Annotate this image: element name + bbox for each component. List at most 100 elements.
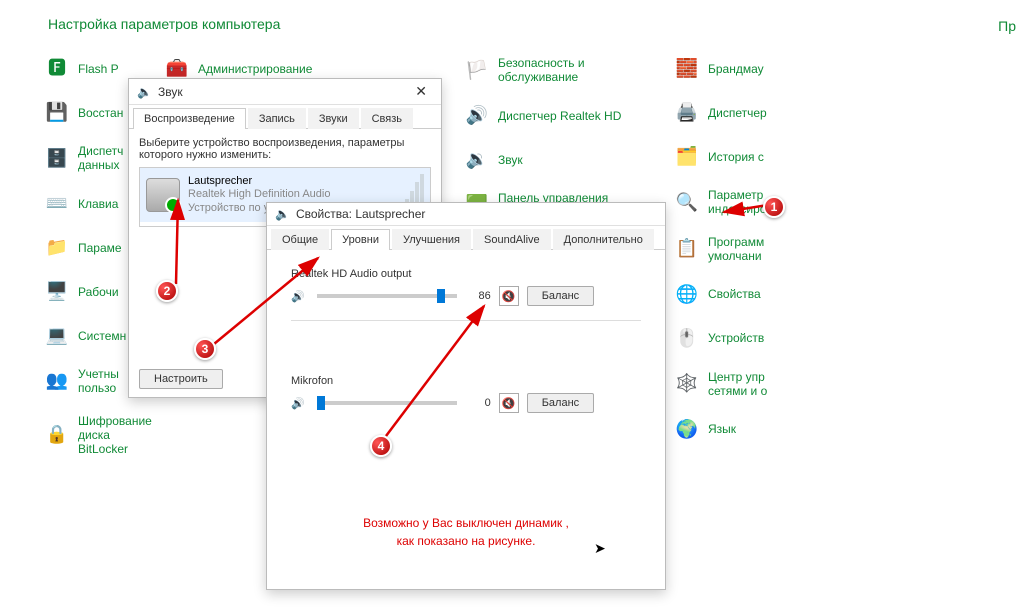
bitlocker-icon: 🔒 [44,422,70,448]
cp-item-browser[interactable]: 🌐 Свойства [674,276,824,314]
tab-communications[interactable]: Связь [361,108,413,129]
sound-dialog-titlebar[interactable]: 🔈 Звук ✕ [129,79,441,105]
index-icon: 🔍 [674,189,700,215]
cp-label: Шифрование диска BitLocker [78,414,164,457]
cp-label: Клавиа [78,197,118,211]
cp-label: Брандмау [708,62,764,76]
properties-dialog: 🔈 Свойства: Lautsprecher Общие Уровни Ул… [266,202,666,590]
device-name: Lautsprecher [188,175,330,188]
output-value: 86 [465,290,491,302]
slider-icon: 🔊 [291,290,305,303]
mic-mute-button[interactable]: 🔇 [499,393,519,413]
pointer-cursor-icon: ➤ [594,540,606,557]
mic-label: Mikrofon [291,375,641,387]
mic-group: Mikrofon 🔊 0 🔇 Баланс [291,375,641,427]
output-balance-button[interactable]: Баланс [527,286,594,306]
tab-soundalive[interactable]: SoundAlive [473,229,551,250]
output-label: Realtek HD Audio output [291,268,641,280]
tab-levels[interactable]: Уровни [331,229,390,250]
tab-advanced[interactable]: Дополнительно [553,229,654,250]
devices-icon: 🖱️ [674,326,700,352]
browser-icon: 🌐 [674,282,700,308]
language-icon: 🌍 [674,416,700,442]
cp-label: Восстан [78,106,123,120]
cp-item-sound[interactable]: 🔉 Звук [464,141,674,179]
cp-label: Учетны пользо [78,367,119,396]
cp-label: Центр упр сетями и о [708,370,767,399]
tab-enhancements[interactable]: Улучшения [392,229,471,250]
mic-value: 0 [465,397,491,409]
sound-dialog-title: Звук [158,85,183,99]
cp-label: Диспетчер Realtek HD [498,109,621,123]
props-title: Свойства: Lautsprecher [296,207,425,221]
users-icon: 👥 [44,368,70,394]
cp-item-devices[interactable]: 🖱️ Устройств [674,320,824,358]
sound-icon: 🔉 [464,147,490,173]
cp-label: Диспетчер [708,106,767,120]
tab-recording[interactable]: Запись [248,108,306,129]
cp-label: История с [708,150,764,164]
mic-balance-button[interactable]: Баланс [527,393,594,413]
props-titlebar[interactable]: 🔈 Свойства: Lautsprecher [267,203,665,226]
device-icon [146,178,180,212]
device-detail: Realtek High Definition Audio [188,188,330,201]
output-group: Realtek HD Audio output 🔊 86 🔇 Баланс [291,268,641,321]
taskbar-icon: 🖥️ [44,279,70,305]
cp-label: Свойства [708,287,761,301]
cp-label: Параме [78,241,122,255]
default-icon: 📋 [674,236,700,262]
output-mute-button[interactable]: 🔇 [499,286,519,306]
badge-1: 1 [763,196,785,218]
sound-tabs: Воспроизведение Запись Звуки Связь [129,107,441,129]
mic-slider[interactable] [317,401,457,405]
cp-item-language[interactable]: 🌍Язык [674,410,824,448]
cp-col-4: 🧱 Брандмау 🖨️ Диспетчер 🗂️ История с 🔍 Парам… [674,50,824,463]
close-button[interactable]: ✕ [409,83,433,100]
firewall-icon: 🧱 [674,56,700,82]
system-icon: 💻 [44,323,70,349]
cp-item-network[interactable]: 🕸️ Центр упр сетями и о [674,364,824,405]
badge-2: 2 [156,280,178,302]
cp-label: Параметр индексиро [708,188,766,217]
cp-label: Системн [78,329,126,343]
cp-label: Администрирование [198,62,312,76]
cp-label: Flash P [78,62,119,76]
devmgr-icon: 🖨️ [674,100,700,126]
history-icon: 🗂️ [674,144,700,170]
cp-label: Рабочи [78,285,119,299]
cp-item-index[interactable]: 🔍 Параметр индексиро [674,182,824,223]
badge-4: 4 [370,435,392,457]
playback-hint: Выберите устройство воспроизведения, пар… [139,137,431,161]
recovery-icon: 💾 [44,100,70,126]
cp-label: Программ умолчани [708,235,764,264]
props-tabs: Общие Уровни Улучшения SoundAlive Дополн… [267,228,665,250]
cp-item-security[interactable]: 🏳️ Безопасность и обслуживание [464,50,674,91]
cp-label: Безопасность и обслуживание [498,56,585,85]
network-icon: 🕸️ [674,371,700,397]
badge-3: 3 [194,338,216,360]
cp-label: Устройств [708,331,764,345]
speaker-small-icon: 🔈 [275,207,290,221]
cp-item-devmgr[interactable]: 🖨️ Диспетчер [674,94,824,132]
output-slider[interactable] [317,294,457,298]
tab-general[interactable]: Общие [271,229,329,250]
flash-icon: 🅵 [44,56,70,82]
tab-sounds[interactable]: Звуки [308,108,359,129]
storage-icon: 🗄️ [44,145,70,171]
audio-icon: 🔈 [137,85,152,99]
cp-item-default[interactable]: 📋 Программ умолчани [674,229,824,270]
top-right-text: Пр [998,18,1016,34]
cp-item-history[interactable]: 🗂️ История с [674,138,824,176]
tab-playback[interactable]: Воспроизведение [133,108,246,129]
cp-item-firewall[interactable]: 🧱 Брандмау [674,50,824,88]
cp-label: Звук [498,153,523,167]
flag-icon: 🏳️ [464,57,490,83]
speaker-icon: 🔊 [464,103,490,129]
keyboard-icon: ⌨️ [44,191,70,217]
configure-button[interactable]: Настроить [139,369,223,389]
cp-label: Диспетч данных [78,144,123,173]
slider-icon: 🔊 [291,397,305,410]
cp-item-realtek[interactable]: 🔊 Диспетчер Realtek HD [464,97,674,135]
cp-item-bitlocker[interactable]: 🔒 Шифрование диска BitLocker [44,408,164,463]
folder-icon: 📁 [44,235,70,261]
